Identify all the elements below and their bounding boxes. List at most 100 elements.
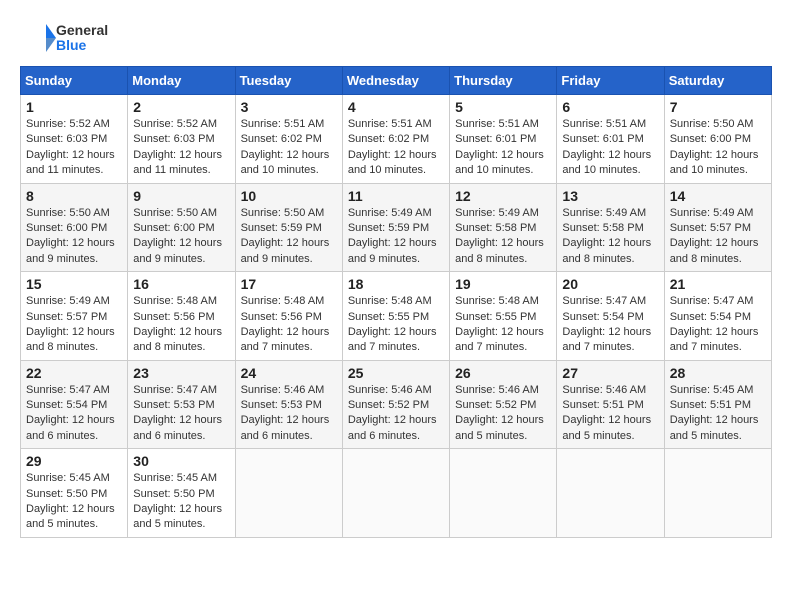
day-info: Sunrise: 5:49 AMSunset: 5:57 PMDaylight:… [26, 295, 115, 353]
day-number: 2 [133, 99, 229, 115]
calendar-week-row: 22 Sunrise: 5:47 AMSunset: 5:54 PMDaylig… [21, 360, 772, 449]
day-info: Sunrise: 5:46 AMSunset: 5:51 PMDaylight:… [562, 384, 651, 442]
weekday-header: Wednesday [342, 67, 449, 95]
day-number: 8 [26, 188, 122, 204]
day-number: 29 [26, 453, 122, 469]
calendar-day-cell: 18 Sunrise: 5:48 AMSunset: 5:55 PMDaylig… [342, 272, 449, 361]
day-info: Sunrise: 5:51 AMSunset: 6:02 PMDaylight:… [348, 118, 437, 176]
day-info: Sunrise: 5:48 AMSunset: 5:55 PMDaylight:… [348, 295, 437, 353]
day-number: 28 [670, 365, 766, 381]
day-info: Sunrise: 5:50 AMSunset: 5:59 PMDaylight:… [241, 207, 330, 265]
day-info: Sunrise: 5:45 AMSunset: 5:51 PMDaylight:… [670, 384, 759, 442]
day-number: 22 [26, 365, 122, 381]
day-info: Sunrise: 5:48 AMSunset: 5:56 PMDaylight:… [241, 295, 330, 353]
logo: General Blue [20, 20, 108, 56]
day-number: 9 [133, 188, 229, 204]
calendar-day-cell: 6 Sunrise: 5:51 AMSunset: 6:01 PMDayligh… [557, 95, 664, 184]
day-number: 16 [133, 276, 229, 292]
day-info: Sunrise: 5:47 AMSunset: 5:54 PMDaylight:… [562, 295, 651, 353]
calendar-day-cell: 16 Sunrise: 5:48 AMSunset: 5:56 PMDaylig… [128, 272, 235, 361]
calendar-day-cell: 29 Sunrise: 5:45 AMSunset: 5:50 PMDaylig… [21, 449, 128, 538]
day-number: 13 [562, 188, 658, 204]
day-number: 1 [26, 99, 122, 115]
day-info: Sunrise: 5:47 AMSunset: 5:54 PMDaylight:… [670, 295, 759, 353]
day-number: 6 [562, 99, 658, 115]
weekday-header: Tuesday [235, 67, 342, 95]
calendar-day-cell: 21 Sunrise: 5:47 AMSunset: 5:54 PMDaylig… [664, 272, 771, 361]
calendar-day-cell: 24 Sunrise: 5:46 AMSunset: 5:53 PMDaylig… [235, 360, 342, 449]
day-number: 30 [133, 453, 229, 469]
day-number: 4 [348, 99, 444, 115]
day-info: Sunrise: 5:48 AMSunset: 5:55 PMDaylight:… [455, 295, 544, 353]
weekday-header: Monday [128, 67, 235, 95]
calendar-day-cell: 12 Sunrise: 5:49 AMSunset: 5:58 PMDaylig… [450, 183, 557, 272]
calendar-day-cell: 7 Sunrise: 5:50 AMSunset: 6:00 PMDayligh… [664, 95, 771, 184]
calendar-week-row: 29 Sunrise: 5:45 AMSunset: 5:50 PMDaylig… [21, 449, 772, 538]
day-number: 14 [670, 188, 766, 204]
logo-container: General Blue [20, 20, 108, 56]
calendar-day-cell: 30 Sunrise: 5:45 AMSunset: 5:50 PMDaylig… [128, 449, 235, 538]
weekday-header: Thursday [450, 67, 557, 95]
logo-bird-icon [20, 20, 56, 56]
page-header: General Blue [20, 20, 772, 56]
day-info: Sunrise: 5:46 AMSunset: 5:53 PMDaylight:… [241, 384, 330, 442]
calendar-day-cell: 25 Sunrise: 5:46 AMSunset: 5:52 PMDaylig… [342, 360, 449, 449]
calendar-day-cell: 17 Sunrise: 5:48 AMSunset: 5:56 PMDaylig… [235, 272, 342, 361]
calendar-day-cell: 20 Sunrise: 5:47 AMSunset: 5:54 PMDaylig… [557, 272, 664, 361]
day-info: Sunrise: 5:50 AMSunset: 6:00 PMDaylight:… [670, 118, 759, 176]
day-number: 20 [562, 276, 658, 292]
calendar-week-row: 8 Sunrise: 5:50 AMSunset: 6:00 PMDayligh… [21, 183, 772, 272]
weekday-header: Friday [557, 67, 664, 95]
day-info: Sunrise: 5:46 AMSunset: 5:52 PMDaylight:… [455, 384, 544, 442]
calendar-day-cell [450, 449, 557, 538]
day-number: 17 [241, 276, 337, 292]
calendar-week-row: 15 Sunrise: 5:49 AMSunset: 5:57 PMDaylig… [21, 272, 772, 361]
day-number: 15 [26, 276, 122, 292]
calendar-day-cell: 19 Sunrise: 5:48 AMSunset: 5:55 PMDaylig… [450, 272, 557, 361]
calendar-day-cell [235, 449, 342, 538]
calendar-day-cell: 14 Sunrise: 5:49 AMSunset: 5:57 PMDaylig… [664, 183, 771, 272]
day-number: 10 [241, 188, 337, 204]
day-number: 24 [241, 365, 337, 381]
calendar-day-cell: 4 Sunrise: 5:51 AMSunset: 6:02 PMDayligh… [342, 95, 449, 184]
calendar-day-cell: 15 Sunrise: 5:49 AMSunset: 5:57 PMDaylig… [21, 272, 128, 361]
day-number: 11 [348, 188, 444, 204]
day-info: Sunrise: 5:51 AMSunset: 6:01 PMDaylight:… [562, 118, 651, 176]
calendar-day-cell: 9 Sunrise: 5:50 AMSunset: 6:00 PMDayligh… [128, 183, 235, 272]
calendar-day-cell: 5 Sunrise: 5:51 AMSunset: 6:01 PMDayligh… [450, 95, 557, 184]
day-info: Sunrise: 5:45 AMSunset: 5:50 PMDaylight:… [26, 472, 115, 530]
calendar-day-cell: 22 Sunrise: 5:47 AMSunset: 5:54 PMDaylig… [21, 360, 128, 449]
calendar-day-cell: 27 Sunrise: 5:46 AMSunset: 5:51 PMDaylig… [557, 360, 664, 449]
calendar-week-row: 1 Sunrise: 5:52 AMSunset: 6:03 PMDayligh… [21, 95, 772, 184]
day-info: Sunrise: 5:49 AMSunset: 5:58 PMDaylight:… [562, 207, 651, 265]
day-number: 19 [455, 276, 551, 292]
calendar-day-cell: 10 Sunrise: 5:50 AMSunset: 5:59 PMDaylig… [235, 183, 342, 272]
weekday-header: Sunday [21, 67, 128, 95]
day-number: 23 [133, 365, 229, 381]
day-number: 7 [670, 99, 766, 115]
calendar-day-cell [557, 449, 664, 538]
day-info: Sunrise: 5:50 AMSunset: 6:00 PMDaylight:… [133, 207, 222, 265]
calendar-day-cell: 28 Sunrise: 5:45 AMSunset: 5:51 PMDaylig… [664, 360, 771, 449]
day-number: 3 [241, 99, 337, 115]
calendar-day-cell: 26 Sunrise: 5:46 AMSunset: 5:52 PMDaylig… [450, 360, 557, 449]
day-info: Sunrise: 5:49 AMSunset: 5:59 PMDaylight:… [348, 207, 437, 265]
day-info: Sunrise: 5:50 AMSunset: 6:00 PMDaylight:… [26, 207, 115, 265]
day-info: Sunrise: 5:52 AMSunset: 6:03 PMDaylight:… [26, 118, 115, 176]
day-number: 12 [455, 188, 551, 204]
calendar-day-cell: 3 Sunrise: 5:51 AMSunset: 6:02 PMDayligh… [235, 95, 342, 184]
day-info: Sunrise: 5:49 AMSunset: 5:58 PMDaylight:… [455, 207, 544, 265]
day-number: 25 [348, 365, 444, 381]
logo-general: General [56, 23, 108, 38]
logo-blue: Blue [56, 38, 108, 53]
calendar-day-cell [342, 449, 449, 538]
calendar-table: SundayMondayTuesdayWednesdayThursdayFrid… [20, 66, 772, 538]
calendar-day-cell: 2 Sunrise: 5:52 AMSunset: 6:03 PMDayligh… [128, 95, 235, 184]
day-info: Sunrise: 5:48 AMSunset: 5:56 PMDaylight:… [133, 295, 222, 353]
day-info: Sunrise: 5:52 AMSunset: 6:03 PMDaylight:… [133, 118, 222, 176]
day-info: Sunrise: 5:51 AMSunset: 6:02 PMDaylight:… [241, 118, 330, 176]
day-number: 18 [348, 276, 444, 292]
weekday-header: Saturday [664, 67, 771, 95]
day-number: 27 [562, 365, 658, 381]
day-number: 26 [455, 365, 551, 381]
